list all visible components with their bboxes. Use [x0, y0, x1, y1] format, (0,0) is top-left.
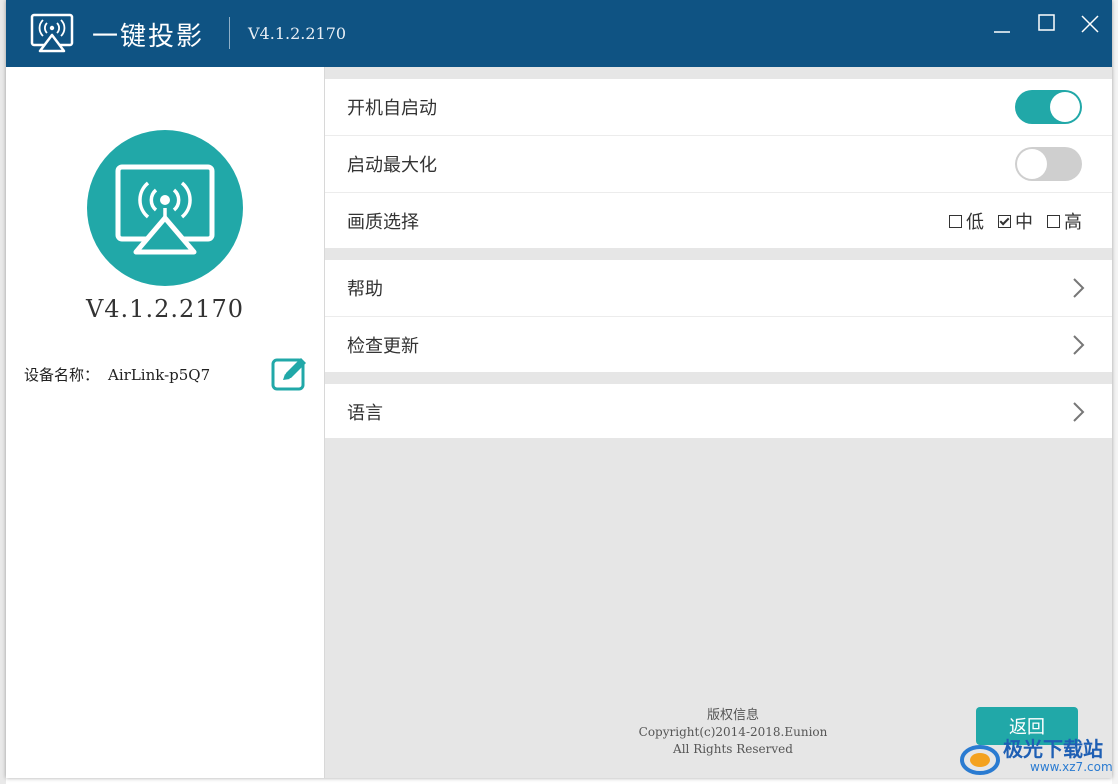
toggle-knob: [1017, 149, 1047, 179]
quality-option-high[interactable]: 高: [1047, 208, 1082, 234]
quality-medium-checkbox[interactable]: [998, 214, 1011, 228]
quality-low-label: 低: [966, 212, 984, 233]
quality-label: 画质选择: [347, 212, 419, 233]
app-title: 一键投影: [92, 22, 205, 52]
copyright-line: Copyright(c)2014-2018.Eunion: [638, 725, 828, 739]
settings-panel: 开机自启动 启动最大化 画质选择 低 中 高 帮助 检查更新 语言 版权信息 C…: [325, 67, 1112, 778]
copyright-title: 版权信息: [706, 708, 759, 723]
menu-item-check-update[interactable]: 检查更新: [325, 317, 1112, 373]
quality-options: 低 中 高: [949, 208, 1082, 234]
help-label: 帮助: [347, 279, 383, 300]
quality-high-label: 高: [1064, 212, 1082, 233]
setting-quality: 画质选择 低 中 高: [325, 193, 1112, 249]
language-label: 语言: [347, 403, 383, 424]
watermark-name: 极光下载站: [1003, 737, 1103, 761]
desktop-background-right: [1112, 0, 1118, 784]
setting-start-maximized: 启动最大化: [325, 136, 1112, 193]
device-info-panel: V4.1.2.2170 设备名称： AirLink-p5Q7: [6, 67, 325, 778]
settings-group-general: 开机自启动 启动最大化 画质选择 低 中 高: [325, 79, 1112, 248]
cast-logo-icon: [30, 13, 74, 53]
chevron-right-icon: [1073, 335, 1085, 355]
cast-logo-large-icon: [115, 164, 215, 255]
auto-start-toggle[interactable]: [1015, 90, 1082, 124]
start-maximized-label: 启动最大化: [347, 155, 437, 176]
chevron-right-icon: [1073, 402, 1085, 422]
setting-auto-start: 开机自启动: [325, 79, 1112, 136]
close-icon[interactable]: [1074, 12, 1108, 40]
title-version: V4.1.2.2170: [248, 24, 347, 43]
quality-option-low[interactable]: 低: [949, 208, 984, 234]
edit-icon[interactable]: [270, 354, 310, 392]
maximize-icon[interactable]: [1031, 12, 1065, 40]
device-name-row: 设备名称： AirLink-p5Q7: [24, 364, 210, 385]
minimize-icon[interactable]: [986, 12, 1020, 40]
quality-medium-label: 中: [1015, 212, 1033, 233]
quality-low-checkbox[interactable]: [949, 214, 962, 228]
auto-start-label: 开机自启动: [347, 98, 437, 119]
chevron-right-icon: [1073, 278, 1085, 298]
settings-group-language: 语言: [325, 384, 1112, 438]
rights-line: All Rights Reserved: [673, 742, 793, 756]
menu-item-language[interactable]: 语言: [325, 384, 1112, 440]
app-window: 一键投影 V4.1.2.2170 V4.1.2.2170 设备名称： AirLi…: [6, 0, 1112, 778]
check-update-label: 检查更新: [347, 336, 419, 357]
start-maximized-toggle[interactable]: [1015, 147, 1082, 181]
settings-group-support: 帮助 检查更新: [325, 260, 1112, 372]
title-bar[interactable]: 一键投影 V4.1.2.2170: [6, 0, 1112, 67]
version-text: V4.1.2.2170: [85, 295, 245, 323]
title-divider: [229, 17, 230, 49]
quality-high-checkbox[interactable]: [1047, 214, 1060, 228]
device-name-value: AirLink-p5Q7: [108, 366, 211, 384]
menu-item-help[interactable]: 帮助: [325, 260, 1112, 317]
copyright-info: 版权信息 Copyright(c)2014-2018.Eunion All Ri…: [583, 707, 883, 758]
quality-option-medium[interactable]: 中: [998, 208, 1033, 234]
toggle-knob: [1050, 92, 1080, 122]
app-logo-circle: [87, 130, 243, 286]
device-name-label: 设备名称：: [24, 366, 100, 384]
watermark-url: www.xz7.com: [1030, 760, 1113, 774]
